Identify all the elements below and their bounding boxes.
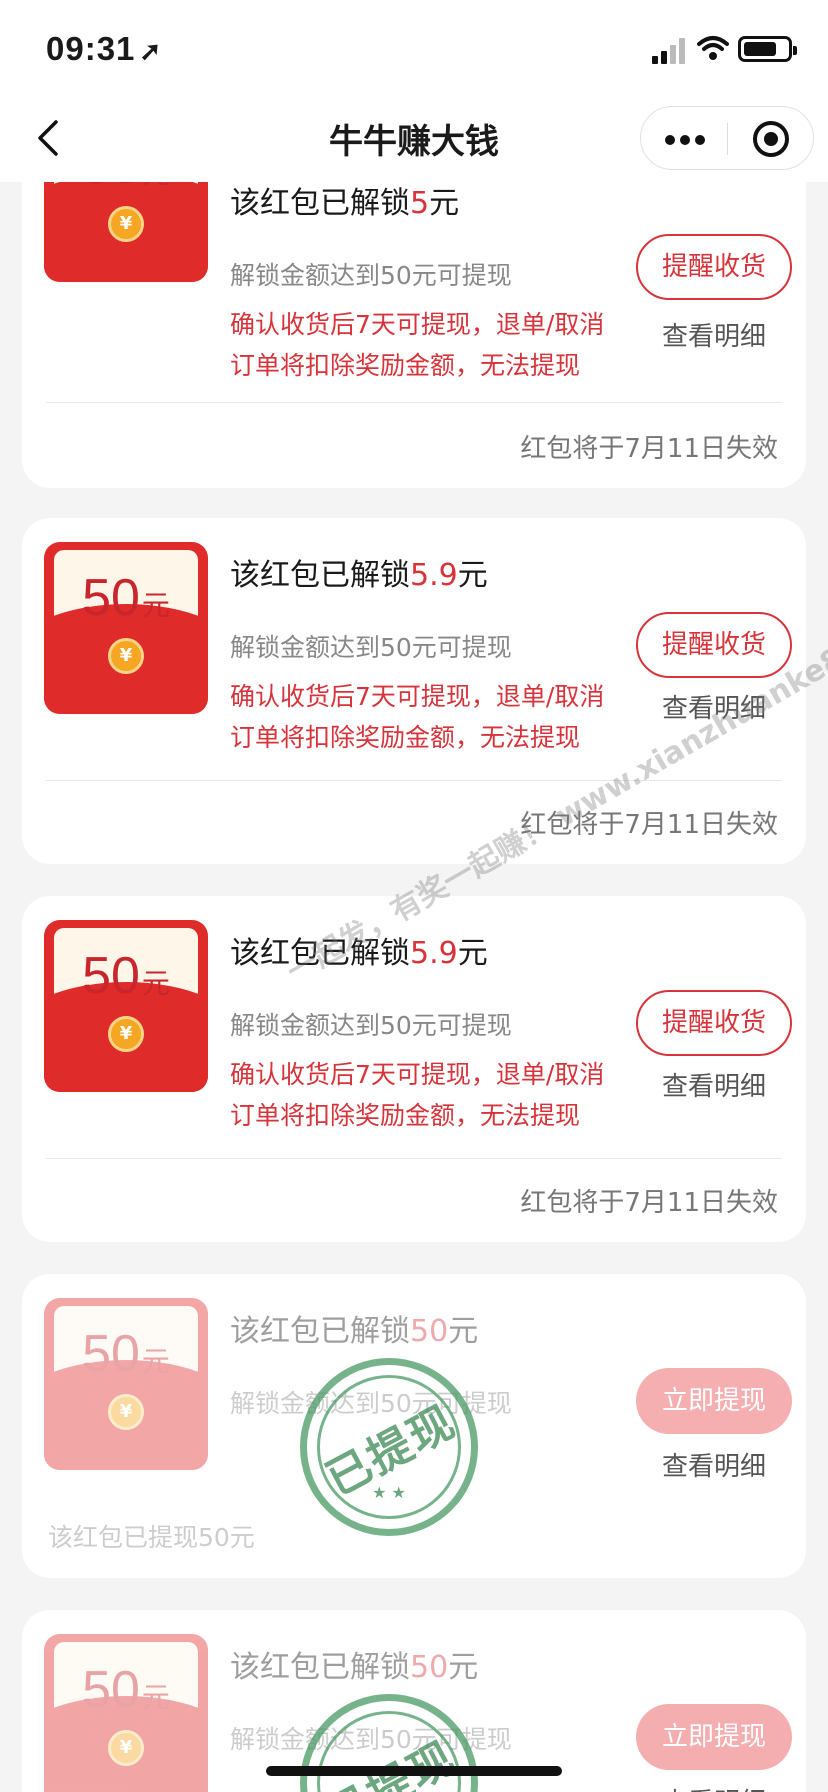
unlock-condition: 解锁金额达到50元可提现	[230, 261, 512, 290]
card-divider	[46, 402, 782, 403]
remind-receipt-button[interactable]: 提醒收货	[636, 234, 792, 300]
battery-icon	[738, 36, 797, 62]
clock: 09:31	[46, 30, 136, 67]
card-divider	[46, 780, 782, 781]
envelope-amount: 50元	[82, 1661, 170, 1719]
capsule-divider	[727, 123, 728, 155]
withdrawn-note: 该红包已提现50元	[48, 1523, 255, 1552]
mini-program-capsule	[640, 106, 814, 170]
red-envelope-icon: 50元 ¥	[44, 1634, 208, 1792]
red-envelope-icon: 50元 ¥	[44, 920, 208, 1092]
withdrawn-stamp-icon: 已提现 ★ ★	[300, 1694, 478, 1792]
cellular-signal-icon	[652, 38, 688, 64]
yuan-coin-icon: ¥	[108, 1016, 144, 1052]
expire-text: 红包将于7月11日失效	[520, 434, 778, 464]
view-detail-link[interactable]: 查看明细	[636, 316, 792, 353]
red-envelope-icon: 50元 ¥	[44, 542, 208, 714]
red-packet-card: 50元 ¥ 该红包已解锁5.9元 解锁金额达到50元可提现 确认收货后7天可提现…	[22, 896, 806, 1242]
red-packet-card-withdrawn: 50元 ¥ 该红包已解锁50元 解锁金额达到50元可提现 立即提现 查看明细 已…	[22, 1610, 806, 1792]
yuan-coin-icon: ¥	[108, 206, 144, 242]
view-detail-link[interactable]: 查看明细	[636, 1782, 792, 1792]
unlock-title: 该红包已解锁5元	[230, 186, 460, 221]
view-detail-link[interactable]: 查看明细	[636, 1066, 792, 1103]
unlock-condition: 解锁金额达到50元可提现	[230, 633, 512, 662]
unlock-title: 该红包已解锁5.9元	[230, 558, 488, 593]
withdraw-now-button[interactable]: 立即提现	[636, 1368, 792, 1434]
withdrawn-stamp-icon: 已提现 ★ ★	[300, 1358, 478, 1536]
unlock-title: 该红包已解锁50元	[230, 1650, 479, 1685]
wifi-icon	[697, 36, 729, 60]
unlock-title: 该红包已解锁50元	[230, 1314, 479, 1349]
remind-receipt-button[interactable]: 提醒收货	[636, 990, 792, 1056]
withdraw-warning: 确认收货后7天可提现，退单/取消订单将扣除奖励金额，无法提现	[230, 310, 605, 380]
yuan-coin-icon: ¥	[108, 638, 144, 674]
view-detail-link[interactable]: 查看明细	[636, 1446, 792, 1483]
envelope-amount: 50元	[82, 1325, 170, 1383]
home-indicator[interactable]	[266, 1766, 562, 1776]
expire-text: 红包将于7月11日失效	[520, 1188, 778, 1218]
card-divider	[46, 1158, 782, 1159]
red-packet-card: 50元 ¥ 该红包已解锁5.9元 解锁金额达到50元可提现 确认收货后7天可提现…	[22, 518, 806, 864]
location-arrow-icon: ➚	[139, 36, 163, 66]
red-envelope-icon: 50元 ¥	[44, 1298, 208, 1470]
status-time: 09:31 ➚	[46, 30, 162, 68]
status-bar: 09:31 ➚	[0, 0, 828, 96]
envelope-amount: 50元	[82, 569, 170, 627]
withdraw-warning: 确认收货后7天可提现，退单/取消订单将扣除奖励金额，无法提现	[230, 682, 605, 752]
withdraw-warning: 确认收货后7天可提现，退单/取消订单将扣除奖励金额，无法提现	[230, 1060, 605, 1130]
navigation-bar: 牛牛赚大钱	[0, 96, 828, 182]
yuan-coin-icon: ¥	[108, 1730, 144, 1766]
red-packet-card-withdrawn: 50元 ¥ 该红包已解锁50元 解锁金额达到50元可提现 立即提现 该红包已提现…	[22, 1274, 806, 1578]
unlock-condition: 解锁金额达到50元可提现	[230, 1011, 512, 1040]
close-target-icon[interactable]	[753, 121, 789, 157]
yuan-coin-icon: ¥	[108, 1394, 144, 1430]
more-dots-icon[interactable]	[665, 135, 705, 145]
envelope-amount: 50元	[82, 947, 170, 1005]
withdraw-now-button[interactable]: 立即提现	[636, 1704, 792, 1770]
